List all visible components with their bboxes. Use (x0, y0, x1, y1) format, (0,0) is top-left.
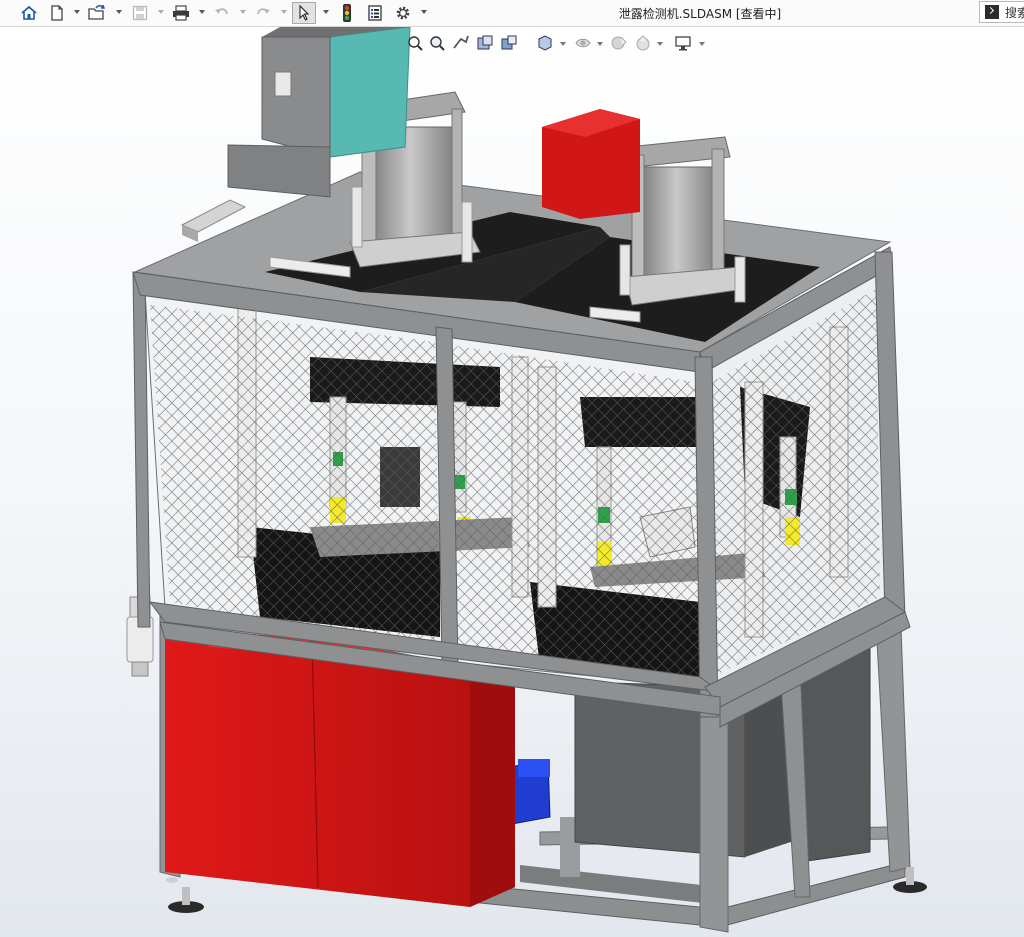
display-style-caret[interactable] (597, 42, 603, 46)
select-button[interactable] (292, 2, 316, 24)
new-dropdown-caret[interactable] (74, 10, 80, 14)
file-properties-button[interactable] (364, 2, 386, 24)
file-properties-icon (368, 5, 382, 21)
view-settings-icon[interactable] (673, 33, 693, 53)
previous-view-icon[interactable] (451, 33, 471, 53)
search-commands-box[interactable]: 搜索 (979, 1, 1024, 23)
command-prompt-icon (985, 5, 999, 19)
home-button[interactable] (18, 2, 40, 24)
cursor-arrow-icon (299, 4, 310, 21)
red-control-box[interactable] (542, 109, 640, 219)
open-dropdown-caret[interactable] (116, 10, 122, 14)
section-view-icon[interactable] (475, 33, 495, 53)
assembly-model[interactable] (0, 27, 1024, 937)
redo-button[interactable] (252, 2, 274, 24)
gear-icon (396, 6, 410, 20)
open-folder-icon (88, 4, 105, 20)
zoom-to-fit-icon[interactable] (405, 33, 425, 53)
undo-dropdown-caret[interactable] (240, 10, 246, 14)
undo-button[interactable] (211, 2, 233, 24)
blue-motor[interactable] (509, 759, 551, 825)
dynamic-annotation-icon[interactable] (499, 33, 519, 53)
appearance-caret[interactable] (657, 42, 663, 46)
standard-toolbar: 泄露检测机.SLDASM [查看中] 搜索 (0, 0, 1024, 27)
view-orientation-caret[interactable] (560, 42, 566, 46)
printer-icon (173, 5, 189, 21)
redo-icon (257, 8, 270, 15)
open-button[interactable] (86, 2, 108, 24)
save-button[interactable] (129, 2, 151, 24)
document-title: 泄露检测机.SLDASM [查看中] (618, 7, 782, 21)
undo-icon (215, 8, 228, 15)
save-icon (132, 5, 148, 21)
print-button[interactable] (170, 2, 192, 24)
graphics-area[interactable] (0, 27, 1024, 937)
new-document-icon (51, 5, 63, 21)
home-icon (21, 5, 37, 20)
hide-show-icon[interactable] (609, 33, 629, 53)
rebuild-button[interactable] (337, 2, 357, 24)
options-dropdown-caret[interactable] (421, 10, 427, 14)
save-dropdown-caret[interactable] (158, 10, 164, 14)
zoom-area-icon[interactable] (427, 33, 447, 53)
edit-appearance-icon[interactable] (633, 33, 653, 53)
traffic-light-icon (343, 4, 351, 22)
view-orientation-icon[interactable] (535, 33, 555, 53)
new-document-button[interactable] (47, 2, 67, 24)
options-button[interactable] (392, 2, 414, 24)
redo-dropdown-caret[interactable] (281, 10, 287, 14)
search-label: 搜索 (1005, 5, 1024, 20)
view-settings-caret[interactable] (699, 42, 705, 46)
print-dropdown-caret[interactable] (199, 10, 205, 14)
select-dropdown-caret[interactable] (323, 10, 329, 14)
display-style-icon[interactable] (573, 33, 593, 53)
